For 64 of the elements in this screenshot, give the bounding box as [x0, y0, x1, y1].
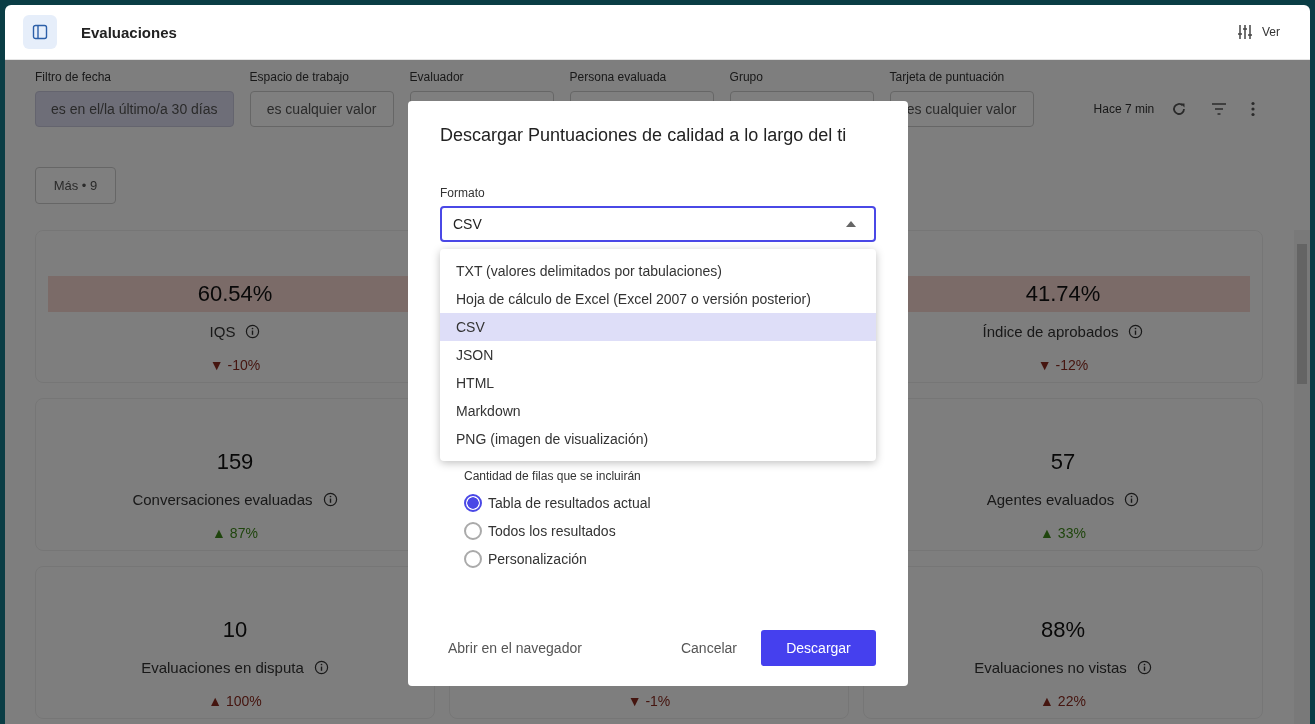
metric-label: Agentes evaluados [986, 490, 1115, 508]
info-icon[interactable] [1128, 323, 1144, 339]
more-filters-button[interactable]: Más • 9 [35, 167, 116, 204]
radio-button[interactable] [464, 550, 482, 568]
radio-label[interactable]: Todos los resultados [488, 523, 616, 539]
filter-label: Evaluador [409, 70, 465, 84]
metric-change: ▲ 87% [212, 525, 258, 541]
metric-label: Conversaciones evaluadas [132, 490, 313, 508]
open-in-browser-link[interactable]: Abrir en el navegador [440, 634, 590, 662]
metric-value: 10 [222, 617, 248, 643]
more-options-icon[interactable] [1250, 101, 1257, 117]
radio-label[interactable]: Personalización [488, 551, 587, 567]
radio-button[interactable] [464, 522, 482, 540]
filter-label: Grupo [729, 70, 764, 84]
metric-label: Evaluaciones en disputa [141, 658, 304, 676]
metric-change: ▼ -10% [209, 357, 261, 373]
metric-change: ▼ -1% [627, 693, 671, 709]
metric-change: ▲ 100% [208, 693, 262, 709]
caret-up-icon [846, 221, 856, 227]
filter-label: Persona evaluada [569, 70, 668, 84]
sidebar-toggle-button[interactable] [23, 15, 57, 49]
metric-value: 60.54% [197, 281, 273, 307]
metric-change: ▲ 22% [1040, 693, 1086, 709]
metric-label: Evaluaciones no vistas [974, 658, 1127, 676]
metric-label: IQS [209, 322, 236, 340]
filter-label: Tarjeta de puntuación [889, 70, 1006, 84]
metric-value: 41.74% [1025, 281, 1101, 307]
info-icon[interactable] [245, 323, 261, 339]
format-option[interactable]: CSV [440, 313, 876, 341]
sliders-icon [1236, 23, 1254, 41]
info-icon[interactable] [1124, 491, 1140, 507]
format-label: Formato [440, 186, 486, 200]
radio-label[interactable]: Tabla de resultados actual [488, 495, 651, 511]
radio-button[interactable] [464, 494, 482, 512]
format-option[interactable]: HTML [440, 369, 876, 397]
filter-dropdown[interactable]: es cualquier valor [249, 91, 394, 127]
info-icon[interactable] [313, 659, 329, 675]
metric-value: 88% [1040, 617, 1085, 643]
sidebar-icon [32, 24, 48, 40]
view-button[interactable]: Ver [1232, 19, 1292, 45]
dialog-title: Descargar Puntuaciones de calidad a lo largo del ti [440, 125, 848, 146]
last-updated-text: Hace 7 min [1093, 102, 1155, 116]
format-option[interactable]: JSON [440, 341, 876, 369]
info-icon[interactable] [1136, 659, 1152, 675]
metric-label: Índice de aprobados [982, 322, 1119, 340]
rows-label: Cantidad de filas que se incluirán [464, 469, 642, 483]
filter-icon[interactable] [1210, 102, 1229, 116]
format-option[interactable]: Markdown [440, 397, 876, 425]
filter-dropdown[interactable]: es cualquier valor [889, 91, 1034, 127]
format-option[interactable]: PNG (imagen de visualización) [440, 425, 876, 453]
filter-label: Filtro de fecha [35, 70, 113, 84]
download-button[interactable]: Descargar [761, 630, 876, 666]
format-option[interactable]: TXT (valores delimitados por tabulaciones) [440, 257, 876, 285]
metric-value: 57 [1050, 449, 1076, 475]
filter-label: Espacio de trabajo [249, 70, 350, 84]
scrollbar[interactable] [1294, 230, 1310, 724]
page-title: Evaluaciones [81, 23, 177, 41]
metric-change: ▼ -12% [1037, 357, 1089, 373]
metric-change: ▲ 33% [1040, 525, 1086, 541]
format-select[interactable]: CSV [440, 206, 876, 242]
info-icon[interactable] [322, 491, 338, 507]
cancel-button[interactable]: Cancelar [672, 634, 745, 662]
metric-value: 159 [216, 449, 254, 475]
format-option[interactable]: Hoja de cálculo de Excel (Excel 2007 o versión posterior) [440, 285, 876, 313]
